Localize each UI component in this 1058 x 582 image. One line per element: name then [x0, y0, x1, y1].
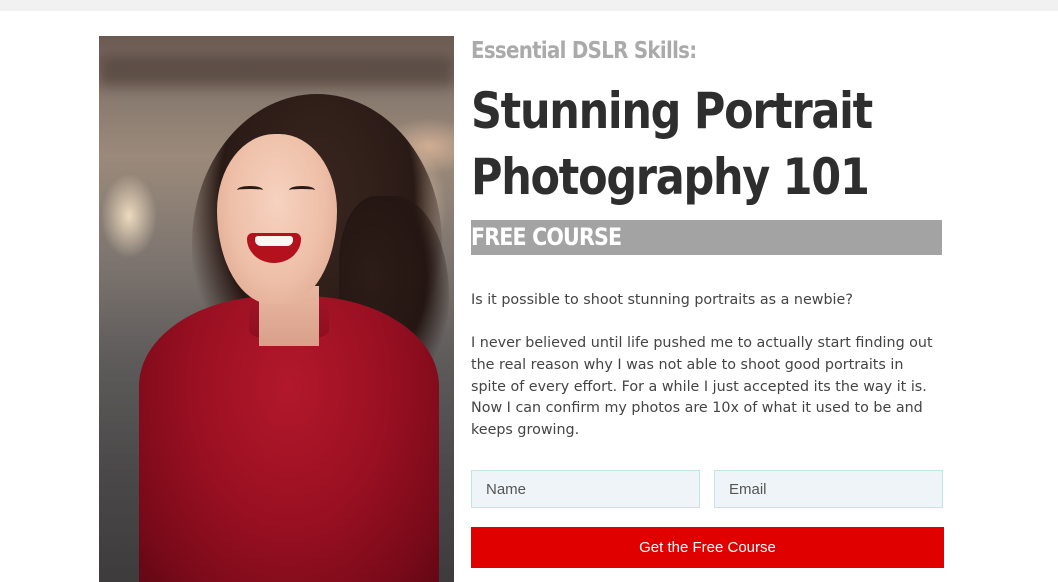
page-title: Stunning Portrait Photography 101: [471, 78, 918, 210]
face: [217, 134, 337, 304]
right-eye: [289, 186, 315, 194]
portrait-photo: [99, 36, 454, 582]
background-blur: [99, 56, 454, 86]
teeth: [255, 236, 293, 246]
intro-question: Is it possible to shoot stunning portrai…: [471, 292, 853, 308]
story-paragraph: I never believed until life pushed me to…: [471, 335, 933, 439]
course-kicker: Essential DSLR Skills:: [471, 38, 697, 64]
badge-label: FREE COURSE: [471, 223, 622, 251]
name-input[interactable]: [471, 470, 700, 508]
email-input[interactable]: [714, 470, 943, 508]
headline-line-2: Photography 101: [471, 148, 870, 206]
get-free-course-button[interactable]: Get the Free Course: [471, 527, 944, 568]
top-bar: [0, 0, 1058, 11]
free-course-badge: FREE COURSE: [471, 220, 942, 255]
headline-line-1: Stunning Portrait: [471, 82, 873, 140]
left-eye: [237, 186, 263, 194]
